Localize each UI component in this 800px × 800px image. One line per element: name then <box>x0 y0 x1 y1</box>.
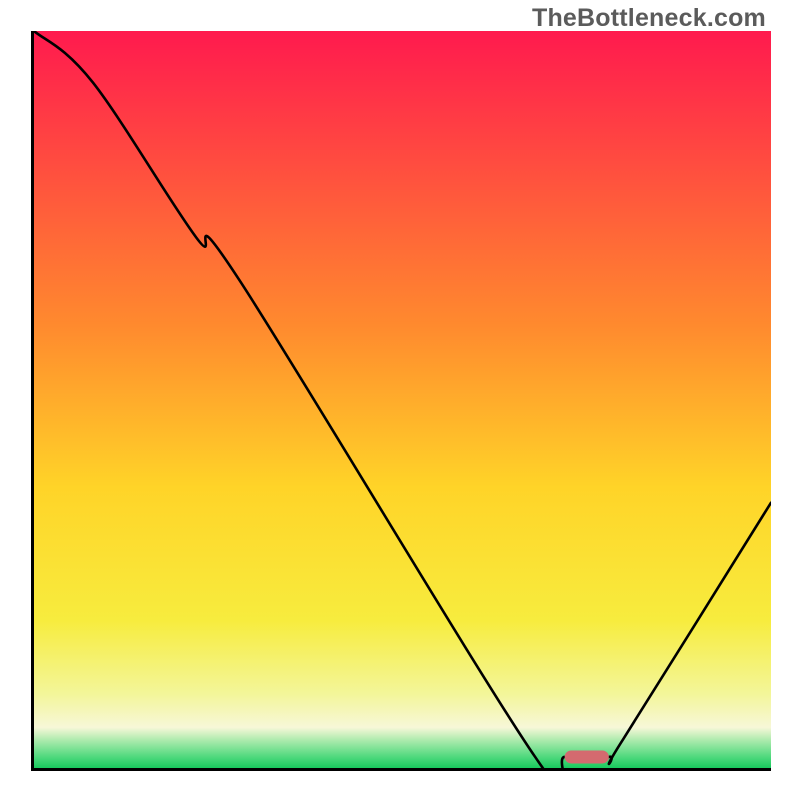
watermark-text: TheBottleneck.com <box>532 4 766 33</box>
recommended-range-marker <box>34 31 771 768</box>
plot-area <box>31 31 771 771</box>
chart-frame: TheBottleneck.com <box>0 0 800 800</box>
